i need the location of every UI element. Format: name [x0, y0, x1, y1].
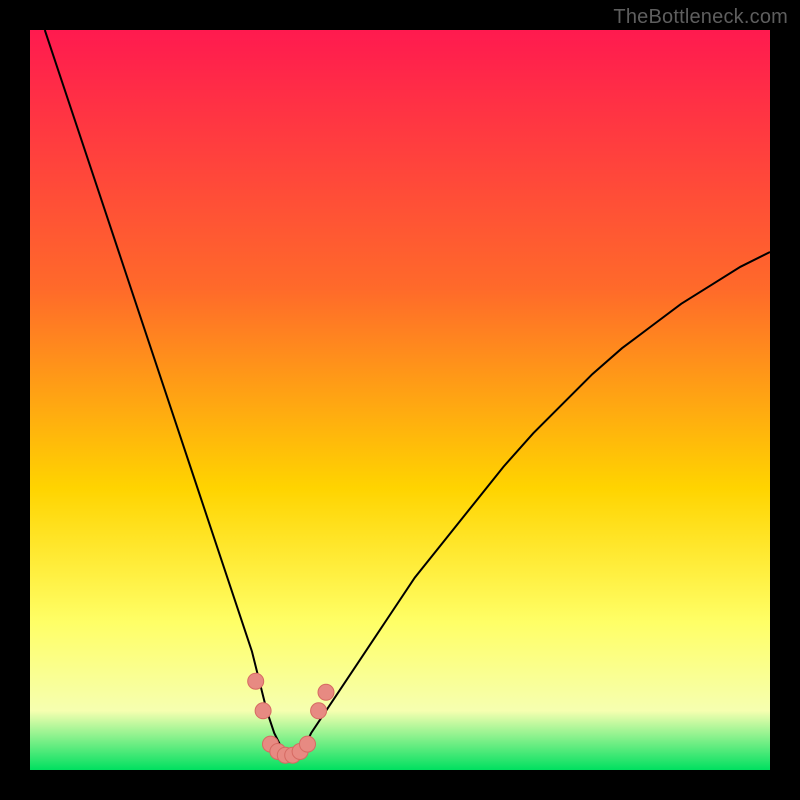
watermark-text: TheBottleneck.com — [613, 6, 788, 29]
gradient-background — [30, 30, 770, 770]
curve-marker — [318, 684, 334, 700]
curve-marker — [255, 703, 271, 719]
curve-marker — [311, 703, 327, 719]
bottleneck-chart — [30, 30, 770, 770]
chart-frame — [30, 30, 770, 770]
curve-marker — [248, 673, 264, 689]
curve-marker — [300, 736, 316, 752]
